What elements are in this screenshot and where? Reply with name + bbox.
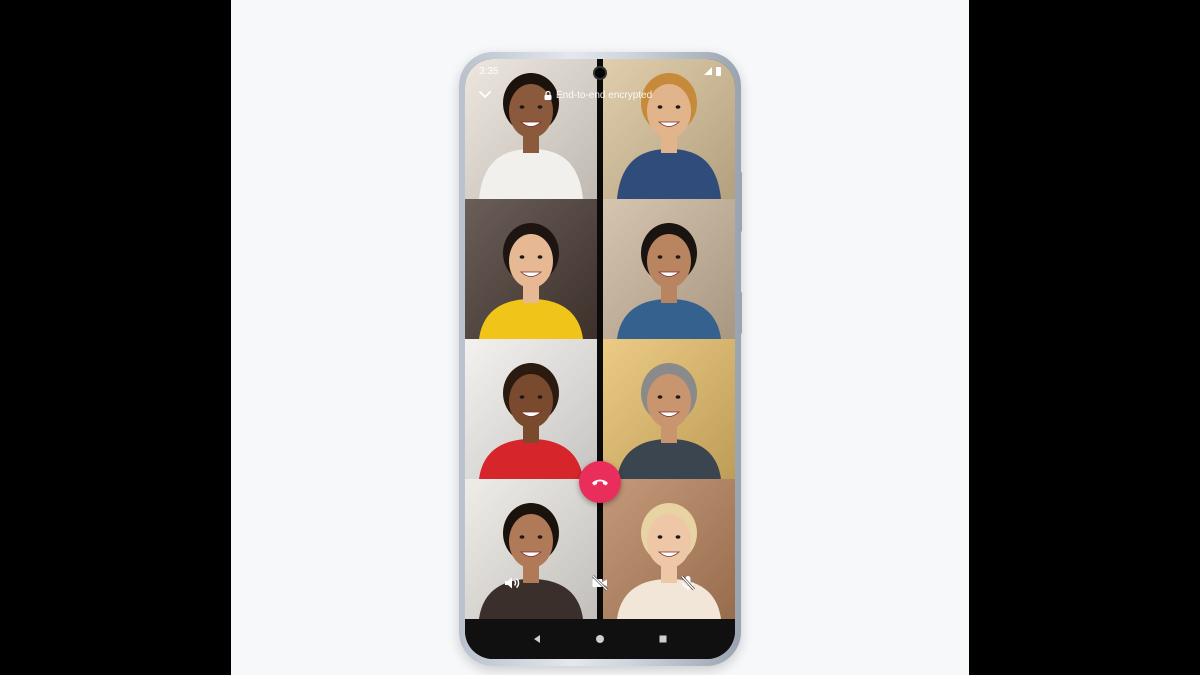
encryption-label: End-to-end encrypted	[544, 90, 652, 101]
chevron-down-icon[interactable]	[477, 87, 493, 103]
end-call-button[interactable]	[579, 461, 621, 503]
participant-video-feed	[603, 479, 735, 619]
phone-power-button	[739, 292, 742, 334]
participant-video-feed	[603, 199, 735, 339]
participant-video-tile[interactable]	[603, 199, 735, 339]
phone-hangup-icon	[592, 479, 608, 486]
call-header: End-to-end encrypted	[465, 87, 735, 107]
participant-video-tile[interactable]	[603, 339, 735, 479]
participant-video-tile[interactable]	[603, 479, 735, 619]
participant-video-feed	[603, 339, 735, 479]
phone-screen: 3:35 End-to-end encrypted	[465, 59, 735, 659]
lock-icon	[544, 91, 552, 100]
recents-icon[interactable]	[653, 629, 673, 649]
video-grid	[465, 59, 735, 619]
participant-video-tile[interactable]	[465, 339, 597, 479]
home-icon[interactable]	[590, 629, 610, 649]
android-nav-bar	[465, 619, 735, 659]
participant-video-feed	[465, 199, 597, 339]
signal-icon	[704, 67, 712, 75]
participant-video-feed	[465, 339, 597, 479]
battery-icon	[716, 66, 721, 76]
status-icons	[704, 66, 721, 76]
speaker-icon[interactable]	[502, 573, 522, 593]
status-time: 3:35	[479, 65, 499, 77]
participant-video-feed	[465, 479, 597, 619]
encryption-text: End-to-end encrypted	[556, 90, 653, 101]
video-off-icon[interactable]	[590, 573, 610, 593]
mic-off-icon[interactable]	[678, 573, 698, 593]
phone-volume-button	[739, 172, 742, 232]
back-icon[interactable]	[527, 629, 547, 649]
participant-video-tile[interactable]	[465, 479, 597, 619]
participant-video-tile[interactable]	[465, 199, 597, 339]
front-camera	[593, 66, 607, 80]
